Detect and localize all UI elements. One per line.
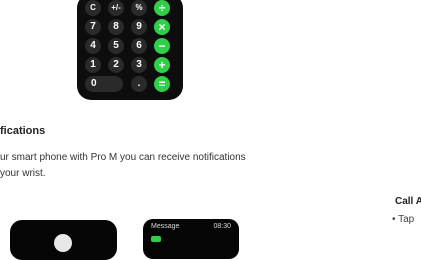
call-heading: Call A — [395, 196, 421, 207]
decimal-key[interactable]: . — [131, 76, 147, 92]
watch-screen-left — [10, 220, 117, 260]
digit-8-key[interactable]: 8 — [108, 19, 124, 35]
notifications-line-2: your wrist. — [0, 168, 46, 179]
message-app-icon — [151, 236, 161, 242]
app-icon — [54, 234, 72, 252]
divide-key[interactable]: ÷ — [154, 0, 170, 16]
message-label: Message — [151, 223, 180, 230]
digit-5-key[interactable]: 5 — [108, 38, 124, 54]
digit-7-key[interactable]: 7 — [85, 19, 101, 35]
equals-key[interactable]: = — [154, 76, 170, 92]
digit-1-key[interactable]: 1 — [85, 57, 101, 73]
notifications-description: ur smart phone with Pro M you can receiv… — [0, 150, 246, 182]
minus-key[interactable]: − — [154, 38, 170, 54]
multiply-key[interactable]: × — [154, 19, 170, 35]
digit-3-key[interactable]: 3 — [131, 57, 147, 73]
plus-minus-key[interactable]: +/- — [108, 0, 124, 16]
calculator-watch-face: C +/- % ÷ 7 8 9 × 4 5 6 − 1 2 3 + 0 . = — [77, 0, 183, 100]
call-bullet-item: • Tap — [392, 214, 415, 225]
notifications-heading: fications — [0, 125, 46, 137]
notifications-line-1: ur smart phone with Pro M you can receiv… — [0, 152, 246, 163]
digit-2-key[interactable]: 2 — [108, 57, 124, 73]
clear-key[interactable]: C — [85, 0, 101, 16]
digit-6-key[interactable]: 6 — [131, 38, 147, 54]
digit-4-key[interactable]: 4 — [85, 38, 101, 54]
percent-key[interactable]: % — [131, 0, 147, 16]
plus-key[interactable]: + — [154, 57, 170, 73]
digit-9-key[interactable]: 9 — [131, 19, 147, 35]
message-time: 08:30 — [213, 223, 231, 230]
digit-0-key[interactable]: 0 — [85, 76, 123, 92]
watch-screen-message: Message 08:30 — [143, 219, 239, 259]
